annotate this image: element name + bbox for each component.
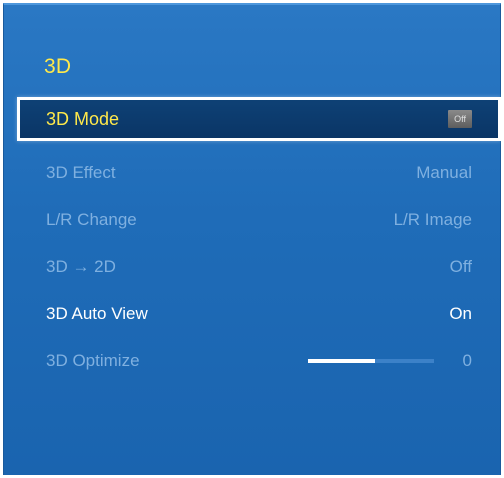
menu-item-value: Off <box>449 257 472 276</box>
off-badge: Off <box>448 110 472 128</box>
menu-item-label: L/R Change <box>46 210 137 229</box>
menu-item-3d-effect[interactable]: 3D Effect Manual <box>20 151 498 195</box>
settings-panel: 3D 3D Mode Off 3D Effect Manual L/R Chan… <box>3 3 501 475</box>
menu-item-label: 3D Mode <box>46 108 120 129</box>
optimize-slider-track <box>308 359 434 363</box>
menu-item-value: Off <box>448 110 472 128</box>
menu-item-3d-to-2d[interactable]: 3D → 2D Off <box>20 245 498 289</box>
menu-item-label: 3D Effect <box>46 163 116 182</box>
menu-item-3d-mode[interactable]: 3D Mode Off <box>17 97 501 141</box>
menu-item-label: 3D Auto View <box>46 304 148 323</box>
menu-item-label: 3D → 2D <box>46 257 116 276</box>
optimize-slider-fill <box>308 359 375 363</box>
menu-item-value: Manual <box>416 163 472 182</box>
menu-item-3d-auto-view[interactable]: 3D Auto View On <box>20 292 498 336</box>
menu-item-value: L/R Image <box>393 210 472 229</box>
menu-item-value: On <box>449 304 472 323</box>
menu-title: 3D <box>44 55 72 78</box>
menu-item-lr-change[interactable]: L/R Change L/R Image <box>20 198 498 242</box>
menu-item-label: 3D Optimize <box>46 351 140 370</box>
menu-item-3d-optimize[interactable]: 3D Optimize 0 <box>20 339 498 383</box>
menu-item-value: 0 <box>462 351 472 370</box>
